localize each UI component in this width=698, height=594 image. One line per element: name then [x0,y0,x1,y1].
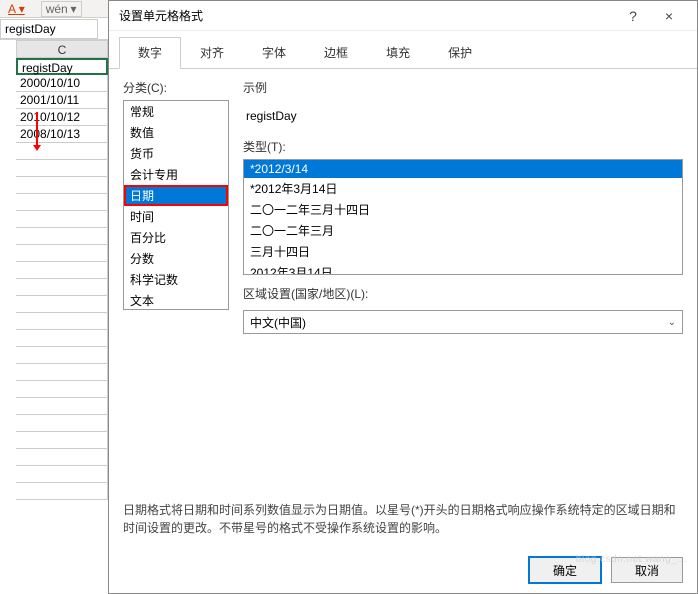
category-item[interactable]: 数值 [124,122,228,143]
font-color-button[interactable]: A ▾ [8,2,25,16]
tab-protection[interactable]: 保护 [429,37,491,68]
cell[interactable] [16,415,108,432]
type-listbox[interactable]: *2012/3/14 *2012年3月14日 二〇一二年三月十四日 二〇一二年三… [243,159,683,275]
locale-value: 中文(中国) [250,314,306,331]
annotation-arrow [36,112,38,146]
category-item[interactable]: 分数 [124,248,228,269]
cell[interactable]: 2008/10/13 [16,126,108,143]
category-item[interactable]: 文本 [124,290,228,310]
help-button[interactable]: ? [615,2,651,30]
sample-label: 示例 [243,79,683,96]
type-item[interactable]: 二〇一二年三月 [244,220,682,241]
watermark: blog.csdn.net wang_... [576,554,687,565]
type-item[interactable]: 二〇一二年三月十四日 [244,199,682,220]
cell[interactable] [16,483,108,500]
category-listbox[interactable]: 常规 数值 货币 会计专用 日期 时间 百分比 分数 科学记数 文本 特殊 自定… [123,100,229,310]
close-button[interactable]: × [651,2,687,30]
column-header[interactable]: C [16,40,108,58]
cell[interactable] [16,279,108,296]
category-item[interactable]: 货币 [124,143,228,164]
type-item[interactable]: *2012/3/14 [244,160,682,178]
cell[interactable]: registDay [16,58,108,75]
cell[interactable] [16,211,108,228]
cell[interactable] [16,398,108,415]
dialog-titlebar: 设置单元格格式 ? × [109,1,697,31]
cell[interactable] [16,381,108,398]
name-box[interactable]: registDay [0,19,98,39]
locale-select[interactable]: 中文(中国) ⌄ [243,310,683,334]
category-item[interactable]: 百分比 [124,227,228,248]
cell[interactable] [16,466,108,483]
format-description: 日期格式将日期和时间系列数值显示为日期值。以星号(*)开头的日期格式响应操作系统… [109,495,697,547]
category-item[interactable]: 会计专用 [124,164,228,185]
cell[interactable] [16,160,108,177]
cell[interactable] [16,432,108,449]
cell[interactable] [16,330,108,347]
cell[interactable] [16,245,108,262]
sample-box: registDay [243,100,683,138]
category-item-date[interactable]: 日期 [124,185,228,206]
cell[interactable] [16,177,108,194]
sample-value: registDay [246,105,680,127]
tab-number[interactable]: 数字 [119,37,181,69]
locale-label: 区域设置(国家/地区)(L): [243,285,683,302]
format-cells-dialog: 设置单元格格式 ? × 数字 对齐 字体 边框 填充 保护 分类(C): 常规 … [108,0,698,594]
cell[interactable] [16,143,108,160]
cell[interactable] [16,364,108,381]
type-item[interactable]: 三月十四日 [244,241,682,262]
cell[interactable] [16,449,108,466]
cell[interactable]: 2001/10/11 [16,92,108,109]
cell[interactable] [16,194,108,211]
chevron-down-icon: ⌄ [668,317,676,328]
cell[interactable] [16,228,108,245]
phonetic-guide-button[interactable]: wén ▾ [41,1,82,17]
worksheet: C registDay 2000/10/10 2001/10/11 2010/1… [0,40,108,594]
dialog-title: 设置单元格格式 [119,7,615,24]
category-item[interactable]: 科学记数 [124,269,228,290]
tab-border[interactable]: 边框 [305,37,367,68]
cell[interactable]: 2000/10/10 [16,75,108,92]
tab-font[interactable]: 字体 [243,37,305,68]
type-item[interactable]: *2012年3月14日 [244,178,682,199]
dialog-tabs: 数字 对齐 字体 边框 填充 保护 [109,31,697,69]
cell[interactable] [16,296,108,313]
cell[interactable]: 2010/10/12 [16,109,108,126]
type-label: 类型(T): [243,138,683,155]
tab-alignment[interactable]: 对齐 [181,37,243,68]
dialog-body: 分类(C): 常规 数值 货币 会计专用 日期 时间 百分比 分数 科学记数 文… [109,69,697,495]
category-label: 分类(C): [123,79,229,96]
category-item[interactable]: 时间 [124,206,228,227]
type-item[interactable]: 2012年3月14日 [244,262,682,275]
category-item[interactable]: 常规 [124,101,228,122]
cell[interactable] [16,313,108,330]
cell[interactable] [16,347,108,364]
tab-fill[interactable]: 填充 [367,37,429,68]
cell[interactable] [16,262,108,279]
